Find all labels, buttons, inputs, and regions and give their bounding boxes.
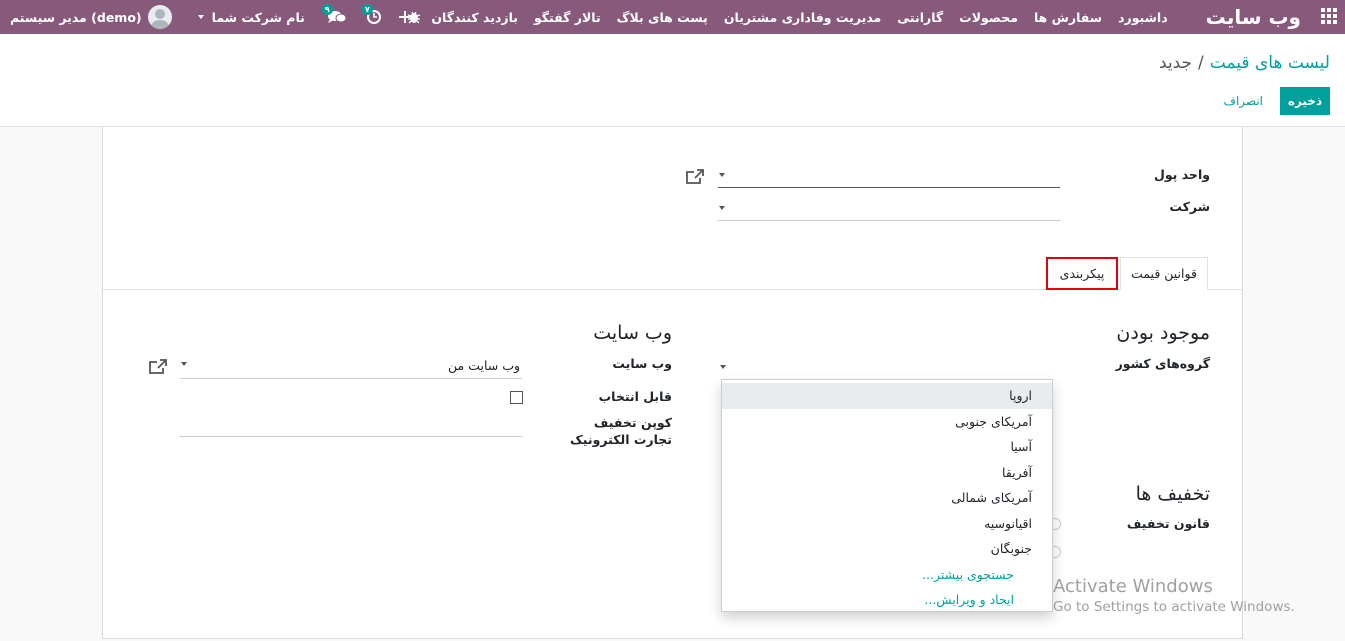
menu-warranty[interactable]: گارانتی bbox=[889, 10, 951, 25]
search-more-link[interactable]: جستجوی بیشتر... bbox=[722, 562, 1052, 588]
tab-configuration[interactable]: پیکربندی bbox=[1046, 257, 1118, 290]
main-menu: داشبورد سفارش ها محصولات گارانتی مدیریت … bbox=[423, 10, 1175, 25]
chevron-down-icon[interactable] bbox=[720, 365, 726, 369]
user-menu[interactable]: مدیر سیستم (demo) bbox=[10, 5, 172, 29]
dropdown-option[interactable]: آمریکای شمالی bbox=[722, 485, 1052, 511]
systray: مدیر سیستم (demo) نام شرکت شما ۹ ۷ bbox=[0, 0, 421, 34]
create-edit-link[interactable]: ایجاد و ویرایش... bbox=[722, 587, 1052, 613]
breadcrumb-current: جدید bbox=[1158, 53, 1193, 73]
windows-activation-watermark: Activate Windows Go to Settings to activ… bbox=[1053, 576, 1295, 615]
bug-icon[interactable] bbox=[407, 10, 421, 24]
menu-forum[interactable]: تالار گفتگو bbox=[526, 10, 609, 25]
breadcrumb: لیست های قیمت /جدید bbox=[1159, 53, 1330, 73]
currency-label: واحد پول bbox=[1153, 167, 1210, 182]
website-label: وب سایت bbox=[612, 356, 672, 371]
currency-field[interactable] bbox=[718, 187, 1060, 188]
menu-products[interactable]: محصولات bbox=[951, 10, 1026, 25]
breadcrumb-separator: / bbox=[1198, 53, 1204, 73]
external-link-icon[interactable] bbox=[148, 358, 168, 376]
watermark-title: Activate Windows bbox=[1053, 576, 1213, 597]
apps-icon[interactable] bbox=[1315, 7, 1337, 27]
menu-orders[interactable]: سفارش ها bbox=[1026, 10, 1110, 25]
selectable-label: قابل انتخاب bbox=[598, 389, 672, 404]
discounts-title: تخفیف ها bbox=[1135, 483, 1210, 505]
top-navbar: وب سایت داشبورد سفارش ها محصولات گارانتی… bbox=[0, 0, 1345, 34]
dropdown-option[interactable]: اقیانوسیه bbox=[722, 511, 1052, 537]
dropdown-option[interactable]: آمریکای جنوبی bbox=[722, 409, 1052, 435]
company-field[interactable] bbox=[718, 220, 1060, 221]
menu-loyalty[interactable]: مدیریت وفاداری مشتریان bbox=[716, 10, 889, 25]
ecommerce-coupon-field[interactable] bbox=[180, 436, 522, 437]
discard-button[interactable]: انصراف bbox=[1218, 87, 1269, 115]
dropdown-option[interactable]: جنوبگان bbox=[722, 536, 1052, 562]
dropdown-option[interactable]: اروپا bbox=[722, 383, 1052, 409]
chevron-down-icon bbox=[197, 15, 204, 19]
avatar bbox=[147, 5, 172, 29]
watermark-subtitle: Go to Settings to activate Windows. bbox=[1053, 599, 1295, 615]
dropdown-option[interactable]: آسیا bbox=[722, 434, 1052, 460]
selectable-checkbox[interactable] bbox=[510, 391, 523, 404]
form-sheet: واحد پول شرکت قوانین قیمت پیکربندی موجود… bbox=[102, 127, 1243, 639]
chat-icon[interactable]: ۹ bbox=[321, 4, 347, 24]
chevron-down-icon[interactable] bbox=[719, 206, 725, 210]
website-value[interactable]: وب سایت من bbox=[448, 358, 520, 373]
ecommerce-coupon-label: کوپن تخفیف تجارت الکترونیک bbox=[570, 415, 672, 447]
user-name: مدیر سیستم (demo) bbox=[10, 9, 142, 25]
country-groups-dropdown: اروپا آمریکای جنوبی آسیا آفریقا آمریکای … bbox=[721, 379, 1053, 612]
company-label: شرکت bbox=[1169, 199, 1210, 214]
chevron-down-icon[interactable] bbox=[181, 362, 187, 366]
menu-visitors[interactable]: بازدید کنندگان bbox=[423, 10, 526, 25]
chevron-down-icon[interactable] bbox=[719, 173, 725, 177]
messages-badge: ۹ bbox=[321, 4, 333, 15]
menu-dashboard[interactable]: داشبورد bbox=[1110, 10, 1176, 25]
external-link-icon[interactable] bbox=[685, 168, 705, 186]
app-brand[interactable]: وب سایت bbox=[1206, 5, 1301, 29]
activities-badge: ۷ bbox=[361, 4, 373, 15]
website-title: وب سایت bbox=[593, 322, 672, 344]
company-name: نام شرکت شما bbox=[211, 9, 305, 25]
company-switcher[interactable]: نام شرکت شما bbox=[197, 9, 305, 25]
save-button[interactable]: ذخیره bbox=[1280, 87, 1330, 115]
country-groups-label: گروه‌های کشور bbox=[1115, 356, 1210, 371]
breadcrumb-parent[interactable]: لیست های قیمت bbox=[1210, 53, 1330, 73]
availability-title: موجود بودن bbox=[1116, 322, 1210, 344]
website-field[interactable] bbox=[180, 378, 522, 379]
clock-icon[interactable]: ۷ bbox=[361, 4, 381, 24]
discount-rule-label: قانون تخفیف bbox=[1126, 516, 1210, 531]
tab-price-rules[interactable]: قوانین قیمت bbox=[1120, 257, 1208, 290]
menu-blog-posts[interactable]: پست های بلاگ bbox=[609, 10, 716, 25]
dropdown-option[interactable]: آفریقا bbox=[722, 460, 1052, 486]
